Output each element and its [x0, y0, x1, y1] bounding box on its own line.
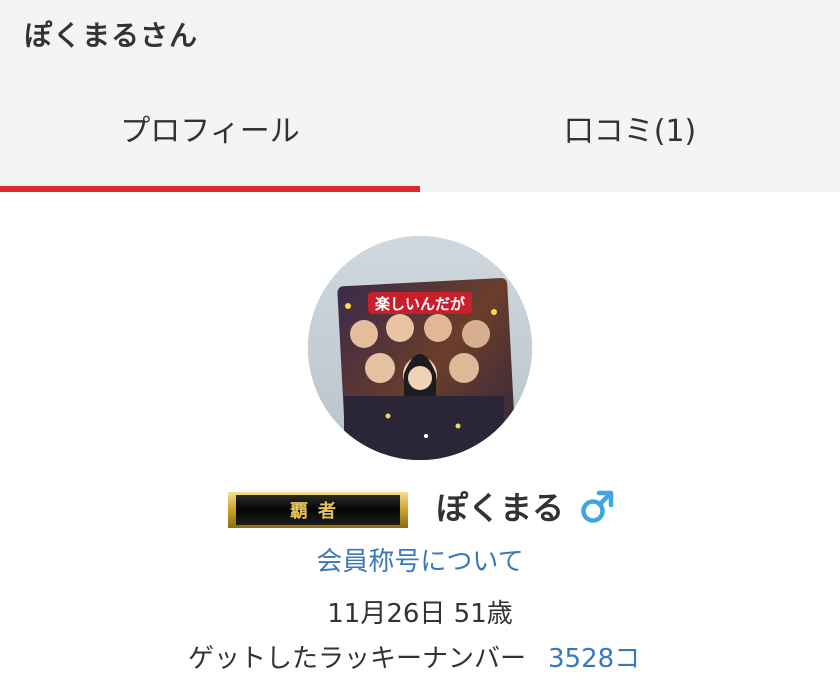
avatar-caption: 楽しいんだが	[375, 295, 466, 313]
tab-bar: プロフィール 口コミ(1)	[0, 86, 840, 192]
rank-badge-text: 覇者	[290, 501, 346, 522]
member-title-link[interactable]: 会員称号について	[0, 540, 840, 584]
page-title: ぽくまるさん	[24, 19, 199, 52]
active-tab-indicator	[0, 186, 420, 192]
tab-profile-label: プロフィール	[120, 114, 300, 149]
male-symbol-icon	[578, 488, 616, 526]
avatar-image: 楽しいんだが	[308, 236, 532, 460]
avatar: 楽しいんだが	[308, 236, 532, 460]
lucky-number-label: ゲットしたラッキーナンバー	[188, 644, 527, 674]
tab-reviews-label: 口コミ(1)	[563, 114, 697, 149]
header-bar: ぽくまるさん プロフィール 口コミ(1)	[0, 0, 840, 192]
rank-badge: 覇者	[228, 492, 408, 528]
tab-reviews[interactable]: 口コミ(1)	[420, 86, 840, 192]
lucky-number-row: ゲットしたラッキーナンバー 3528コ	[188, 637, 640, 681]
birthday-age: 11月26日 51歳	[327, 599, 513, 629]
tab-profile[interactable]: プロフィール	[0, 86, 420, 192]
lucky-number-count-link[interactable]: 3528コ	[548, 644, 640, 674]
username: ぽくまる	[436, 489, 565, 527]
profile-page: ぽくまるさん プロフィール 口コミ(1) 楽しいんだが 覇者 ぽくまる 会員称号…	[0, 0, 840, 688]
